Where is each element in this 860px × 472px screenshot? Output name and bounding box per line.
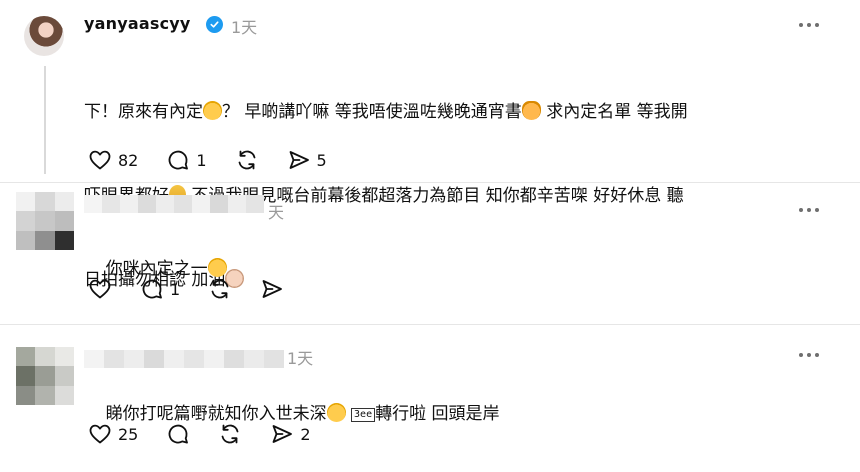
username[interactable]: yanyaascyy — [84, 14, 191, 33]
post-actions: 82 1 5 — [88, 147, 355, 173]
like-button[interactable]: 25 — [88, 422, 138, 446]
verified-badge-icon — [206, 16, 223, 33]
reply-post: 1天 睇你打呢篇嘢就知你入世未深 3ee 轉行啦 回頭是岸 25 2 — [0, 325, 860, 472]
share-button[interactable] — [260, 277, 284, 301]
heart-icon — [89, 150, 111, 170]
share-button[interactable]: 5 — [287, 148, 327, 172]
like-button[interactable] — [88, 277, 112, 301]
repost-button[interactable] — [235, 148, 259, 172]
send-icon — [289, 151, 309, 169]
comment-button[interactable]: 1 — [140, 277, 180, 301]
post-timestamp: 天 — [268, 203, 285, 222]
more-options-icon[interactable] — [796, 205, 822, 215]
reply-post: 天 你咪內定之一 1 — [0, 183, 860, 324]
repost-icon — [238, 150, 255, 170]
more-options-icon[interactable] — [796, 20, 822, 30]
cat-face-emoji-icon — [521, 101, 541, 120]
heart-icon — [89, 424, 111, 444]
comment-bubble-icon — [169, 424, 189, 444]
more-options-icon[interactable] — [796, 350, 822, 360]
main-post: yanyaascyy 1天 下！原來有內定？ 早啲講吖嘛 等我唔使溫咗幾晚通宵書… — [0, 0, 860, 290]
like-count: 82 — [118, 150, 139, 170]
post-text-line1-a: 下！原來有內定 — [84, 102, 203, 122]
post-actions: 1 — [88, 276, 312, 302]
avatar[interactable] — [16, 347, 74, 405]
comment-bubble-icon — [169, 150, 189, 170]
avatar[interactable] — [16, 192, 74, 250]
heart-icon — [89, 279, 111, 299]
comment-button[interactable] — [166, 422, 190, 446]
post-actions: 25 2 — [88, 421, 339, 447]
comment-count: 1 — [196, 150, 207, 170]
repost-icon — [221, 424, 239, 444]
repost-button[interactable] — [218, 422, 242, 446]
send-icon — [262, 280, 283, 298]
reply-text-b: 轉行啦 回頭是岸 — [375, 404, 500, 424]
like-count: 25 — [118, 424, 139, 444]
post-timestamp: 1天 — [231, 18, 258, 37]
flushed-face-emoji-icon — [203, 101, 222, 120]
post-text-line1-c: 求內定名單 等我開 — [540, 102, 688, 122]
username[interactable] — [84, 350, 284, 368]
share-count: 5 — [316, 150, 327, 170]
comment-count: 1 — [170, 279, 181, 299]
thread-line — [44, 66, 46, 174]
username[interactable] — [84, 195, 264, 213]
repost-button[interactable] — [208, 277, 232, 301]
avatar[interactable] — [24, 16, 64, 56]
share-count: 2 — [300, 424, 311, 444]
comment-bubble-icon — [142, 279, 162, 299]
post-text-line1-b: ？ 早啲講吖嘛 等我唔使溫咗幾晚通宵書 — [222, 102, 522, 122]
comment-button[interactable]: 1 — [166, 148, 207, 172]
post-timestamp: 1天 — [287, 349, 314, 368]
unknown-glyph: 3ee — [351, 408, 376, 422]
share-button[interactable]: 2 — [270, 422, 311, 446]
send-icon — [272, 425, 293, 443]
tears-of-joy-emoji-icon — [326, 403, 346, 422]
like-button[interactable]: 82 — [88, 148, 138, 172]
tears-of-joy-emoji-icon — [207, 258, 227, 277]
repost-icon — [211, 279, 229, 299]
